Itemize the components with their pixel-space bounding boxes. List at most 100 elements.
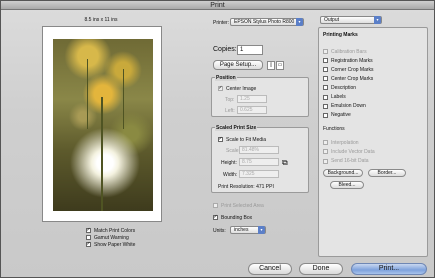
chevron-down-icon: ▾	[374, 16, 381, 24]
functions-title: Functions	[323, 126, 345, 132]
paper-size-label: 8.5 ins x 11 ins	[84, 17, 118, 23]
output-panel: Printing Marks Calibration Bars Registra…	[318, 27, 428, 257]
corner-crop-marks-checkbox[interactable]	[323, 67, 328, 73]
left-input[interactable]: 0.625	[237, 106, 267, 114]
output-select[interactable]: Output ▾	[320, 16, 382, 24]
list-item[interactable]: Include Vector Data	[323, 147, 375, 156]
scale-label: Scale:	[226, 148, 240, 154]
landscape-orientation-icon[interactable]: ▭	[276, 61, 284, 70]
bounding-box-label: Bounding Box	[221, 214, 253, 221]
position-group: Position ✓ Center Image Top: 1.25 Left: …	[211, 75, 309, 117]
labels-label: Labels	[331, 94, 346, 101]
show-paper-white-checkbox[interactable]: ✓	[86, 242, 91, 247]
scaled-print-size-group: Scaled Print Size ✓ Scale to Fit Media S…	[211, 125, 309, 193]
corner-crop-marks-label: Corner Crop Marks	[331, 66, 374, 73]
height-input[interactable]: 8.75	[239, 158, 279, 166]
printer-select[interactable]: EPSON Stylus Photo R800 ▾	[230, 18, 304, 26]
gamut-warning-row[interactable]: Gamut Warning	[86, 234, 135, 241]
registration-marks-checkbox[interactable]	[323, 58, 328, 64]
units-value: inches	[234, 227, 249, 233]
window-title: Print	[1, 1, 434, 10]
print-selected-area-checkbox[interactable]	[213, 203, 218, 208]
bleed-button[interactable]: Bleed...	[330, 181, 364, 189]
copies-label: Copies:	[213, 46, 237, 53]
link-proportions-icon[interactable]: ⧉	[282, 158, 288, 168]
show-paper-white-label: Show Paper White	[94, 241, 136, 248]
preview-image	[53, 39, 153, 211]
calibration-bars-label: Calibration Bars	[331, 48, 367, 55]
send-16-bit-data-checkbox[interactable]	[323, 158, 328, 164]
scale-to-fit-label: Scale to Fit Media	[226, 136, 267, 143]
emulsion-down-checkbox[interactable]	[323, 103, 328, 109]
top-label: Top:	[225, 97, 235, 103]
calibration-bars-checkbox[interactable]	[323, 49, 328, 55]
gamut-warning-label: Gamut Warning	[94, 234, 129, 241]
list-item[interactable]: Corner Crop Marks	[323, 65, 374, 74]
match-print-colors-row[interactable]: ✓ Match Print Colors	[86, 227, 135, 234]
match-print-colors-label: Match Print Colors	[94, 227, 136, 234]
print-selected-area-label: Print Selected Area	[221, 202, 264, 209]
bounding-box-checkbox[interactable]: ✓	[213, 215, 218, 220]
center-image-row[interactable]: ✓ Center Image	[218, 85, 256, 92]
scale-to-fit-row[interactable]: ✓ Scale to Fit Media	[218, 136, 266, 143]
print-button[interactable]: Print...	[351, 263, 427, 275]
negative-checkbox[interactable]	[323, 112, 328, 118]
units-select[interactable]: inches ▾	[230, 226, 266, 234]
list-item[interactable]: Send 16-bit Data	[323, 157, 375, 166]
print-preview[interactable]	[42, 26, 162, 222]
left-label: Left:	[225, 108, 235, 114]
list-item[interactable]: Emulsion Down	[323, 102, 374, 111]
center-crop-marks-label: Center Crop Marks	[331, 75, 374, 82]
list-item[interactable]: Calibration Bars	[323, 47, 374, 56]
background-button[interactable]: Background...	[323, 169, 363, 177]
printing-marks-list: Calibration Bars Registration Marks Corn…	[323, 47, 374, 120]
list-item[interactable]: Registration Marks	[323, 56, 374, 65]
list-item[interactable]: Labels	[323, 92, 374, 101]
page-setup-button[interactable]: Page Setup...	[213, 60, 263, 70]
center-crop-marks-checkbox[interactable]	[323, 76, 328, 82]
center-image-checkbox[interactable]: ✓	[218, 86, 223, 91]
scaled-print-size-title: Scaled Print Size	[215, 125, 258, 131]
chevron-down-icon: ▾	[258, 226, 265, 234]
cancel-button[interactable]: Cancel	[248, 263, 292, 275]
scale-input[interactable]: 81.48%	[239, 146, 279, 154]
print-selected-area-row[interactable]: Print Selected Area	[213, 202, 264, 209]
height-label: Height:	[221, 160, 237, 166]
description-label: Description	[331, 84, 357, 91]
printer-value: EPSON Stylus Photo R800	[234, 19, 295, 25]
units-label: Units:	[213, 228, 226, 234]
list-item[interactable]: Negative	[323, 111, 374, 120]
printer-label: Printer:	[213, 20, 230, 26]
list-item[interactable]: Description	[323, 83, 374, 92]
description-checkbox[interactable]	[323, 85, 328, 91]
top-input[interactable]: 1.25	[237, 95, 267, 103]
bounding-box-row[interactable]: ✓ Bounding Box	[213, 214, 252, 221]
width-input[interactable]: 7.325	[239, 170, 279, 178]
registration-marks-label: Registration Marks	[331, 57, 373, 64]
list-item[interactable]: Interpolation	[323, 138, 375, 147]
include-vector-data-label: Include Vector Data	[331, 148, 375, 155]
portrait-orientation-icon[interactable]: ▯	[267, 61, 275, 70]
copies-input[interactable]: 1	[237, 45, 263, 55]
list-item[interactable]: Center Crop Marks	[323, 74, 374, 83]
labels-checkbox[interactable]	[323, 94, 328, 100]
border-button[interactable]: Border...	[368, 169, 406, 177]
interpolation-label: Interpolation	[331, 139, 359, 146]
done-button[interactable]: Done	[299, 263, 343, 275]
print-resolution: Print Resolution: 471 PPI	[218, 184, 274, 190]
center-image-label: Center Image	[226, 85, 257, 92]
chevron-down-icon: ▾	[296, 18, 303, 26]
position-title: Position	[215, 75, 237, 81]
functions-list: Interpolation Include Vector Data Send 1…	[323, 138, 375, 166]
preview-options: ✓ Match Print Colors Gamut Warning ✓ Sho…	[86, 227, 135, 248]
width-label: Width:	[223, 172, 238, 178]
match-print-colors-checkbox[interactable]: ✓	[86, 228, 91, 233]
scale-to-fit-checkbox[interactable]: ✓	[218, 137, 223, 142]
gamut-warning-checkbox[interactable]	[86, 235, 91, 240]
printing-marks-title: Printing Marks	[323, 32, 358, 38]
show-paper-white-row[interactable]: ✓ Show Paper White	[86, 241, 135, 248]
send-16-bit-data-label: Send 16-bit Data	[331, 158, 369, 165]
emulsion-down-label: Emulsion Down	[331, 103, 366, 110]
interpolation-checkbox[interactable]	[323, 140, 328, 146]
include-vector-data-checkbox[interactable]	[323, 149, 328, 155]
